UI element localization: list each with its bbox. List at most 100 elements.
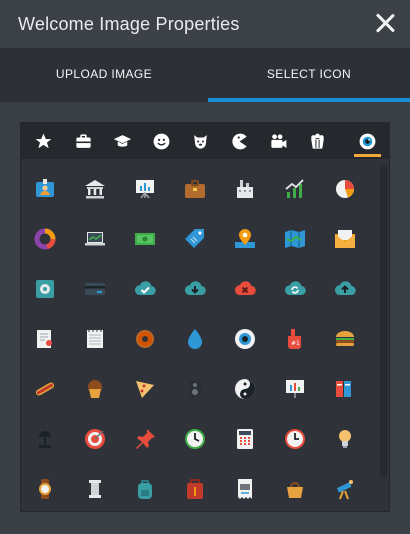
icon-cell[interactable]	[277, 421, 313, 457]
notepad-icon	[87, 330, 103, 348]
dialog-titlebar: Welcome Image Properties	[0, 0, 410, 48]
eye-icon	[359, 133, 376, 149]
mail-envelope-icon	[335, 230, 355, 248]
hot-dog-icon	[35, 382, 55, 396]
credit-card-icon	[85, 283, 105, 295]
icon-cell[interactable]	[177, 371, 213, 407]
dog-icon	[194, 134, 207, 149]
icon-cell[interactable]	[27, 271, 63, 307]
icon-cell[interactable]	[77, 421, 113, 457]
icon-cell[interactable]	[77, 321, 113, 357]
icon-cell[interactable]	[327, 221, 363, 257]
category-smiley[interactable]	[144, 123, 179, 159]
popcorn-icon	[311, 133, 324, 149]
icon-cell[interactable]	[77, 371, 113, 407]
category-education[interactable]	[105, 123, 140, 159]
icon-cell[interactable]	[227, 321, 263, 357]
icon-cell[interactable]	[327, 271, 363, 307]
icon-cell[interactable]	[327, 421, 363, 457]
receipt-icon	[238, 479, 252, 499]
folded-map-icon	[285, 230, 305, 248]
category-briefcase[interactable]	[66, 123, 101, 159]
close-icon[interactable]	[374, 12, 396, 34]
eyeball-icon	[235, 329, 255, 349]
icon-cell[interactable]	[177, 171, 213, 207]
icon-cell[interactable]	[127, 271, 163, 307]
wristwatch-icon	[39, 479, 51, 499]
cash-icon	[135, 233, 155, 245]
icon-cell[interactable]	[327, 371, 363, 407]
icon-grid-scrollbar[interactable]	[380, 161, 387, 509]
burger-icon	[336, 331, 354, 346]
graduation-cap-icon	[113, 134, 132, 147]
icon-cell[interactable]	[177, 421, 213, 457]
icon-cell[interactable]	[227, 371, 263, 407]
icon-cell[interactable]	[77, 471, 113, 507]
icon-cell[interactable]	[27, 321, 63, 357]
briefcase-icon	[185, 180, 205, 198]
cloud-download-icon	[184, 281, 206, 296]
category-eye[interactable]	[350, 123, 385, 159]
category-star[interactable]	[26, 123, 61, 159]
icon-cell[interactable]	[277, 221, 313, 257]
presentation-board-icon	[136, 180, 154, 199]
icon-cell[interactable]	[327, 321, 363, 357]
category-animals[interactable]	[183, 123, 218, 159]
price-tag-icon	[185, 229, 204, 248]
map-pin-icon	[235, 229, 255, 248]
cloud-sync-icon	[284, 281, 306, 296]
certificate-icon	[37, 330, 52, 348]
category-food[interactable]	[300, 123, 335, 159]
icon-cell[interactable]	[27, 421, 63, 457]
icon-cell[interactable]	[277, 171, 313, 207]
bank-icon	[85, 180, 105, 199]
icon-cell[interactable]	[277, 271, 313, 307]
icon-cell[interactable]: #1	[277, 321, 313, 357]
icon-cell[interactable]	[277, 471, 313, 507]
icon-cell[interactable]	[177, 221, 213, 257]
clock-arrow-icon	[185, 429, 205, 449]
donut-chart-icon	[34, 228, 56, 250]
icon-cell[interactable]	[227, 471, 263, 507]
safe-icon	[36, 280, 54, 298]
tab-bar: UPLOAD IMAGE SELECT ICON	[0, 48, 410, 102]
icon-cell[interactable]	[227, 171, 263, 207]
category-video[interactable]	[261, 123, 296, 159]
icon-cell[interactable]	[27, 371, 63, 407]
banners-icon	[336, 381, 351, 397]
icon-cell[interactable]	[127, 321, 163, 357]
icon-cell[interactable]	[27, 471, 63, 507]
icon-cell[interactable]	[177, 471, 213, 507]
icon-cell[interactable]	[127, 171, 163, 207]
icon-cell[interactable]	[77, 221, 113, 257]
cloud-check-icon	[134, 281, 156, 296]
scroll-thumb[interactable]	[380, 165, 387, 477]
icon-cell[interactable]	[77, 271, 113, 307]
tab-select-icon[interactable]: SELECT ICON	[208, 48, 410, 102]
red-bag-icon	[187, 479, 203, 499]
icon-cell[interactable]	[127, 221, 163, 257]
icon-cell[interactable]	[177, 271, 213, 307]
icon-cell[interactable]	[227, 221, 263, 257]
smiley-icon	[153, 133, 170, 149]
icon-cell[interactable]	[27, 221, 63, 257]
icon-cell[interactable]	[127, 471, 163, 507]
icon-cell[interactable]	[27, 171, 63, 207]
icon-cell[interactable]	[127, 421, 163, 457]
icon-cell[interactable]	[227, 421, 263, 457]
donut-icon	[136, 330, 154, 348]
cloud-error-icon	[234, 281, 256, 296]
icon-cell[interactable]	[177, 321, 213, 357]
icon-cell[interactable]	[127, 371, 163, 407]
tab-upload-image[interactable]: UPLOAD IMAGE	[0, 48, 208, 102]
category-games[interactable]	[222, 123, 257, 159]
dialog-title: Welcome Image Properties	[18, 14, 240, 34]
icon-cell[interactable]	[77, 171, 113, 207]
icon-cell[interactable]	[327, 171, 363, 207]
icon-cell[interactable]	[227, 271, 263, 307]
telescope-icon	[337, 480, 353, 500]
icon-cell[interactable]	[327, 471, 363, 507]
icon-cell[interactable]	[277, 371, 313, 407]
presentation-chart-icon	[286, 380, 304, 398]
id-card-icon	[36, 179, 54, 197]
